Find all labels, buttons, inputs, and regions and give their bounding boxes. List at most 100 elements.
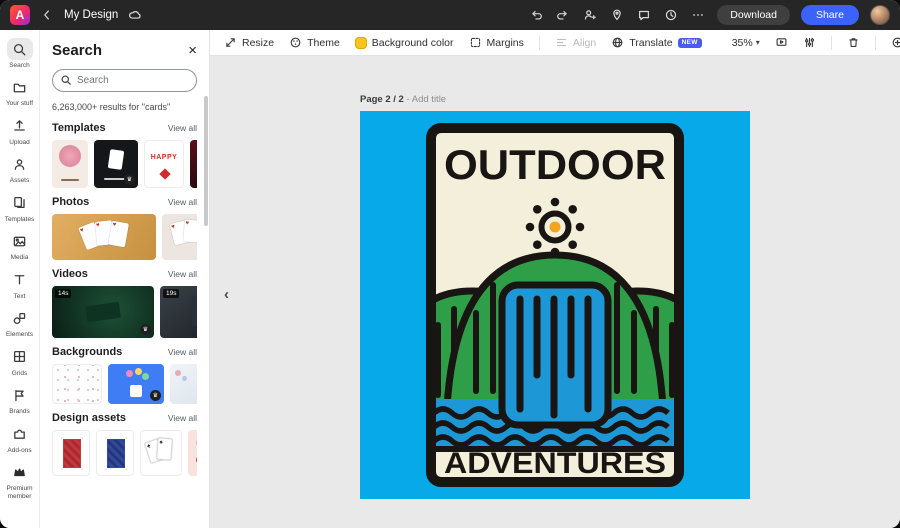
search-panel: Search × 6,263,000+ results for "cards" … [40,30,210,528]
left-rail: Search Your stuff Upload Assets Template… [0,30,40,528]
view-all-templates[interactable]: View all [168,123,197,133]
sidebar-item-elements[interactable]: Elements [0,304,39,342]
template-thumbnail[interactable]: HAPPY [144,140,184,188]
photo-thumbnail[interactable]: ♥ ♥ [162,214,197,260]
comment-icon[interactable] [636,7,652,23]
poster-graphic[interactable]: OUTDOOR ADVENTURES [426,123,684,487]
sidebar-item-assets[interactable]: Assets [0,150,39,188]
view-all-photos[interactable]: View all [168,197,197,207]
align-icon [555,36,568,49]
document-title[interactable]: My Design [64,9,118,21]
canvas-body: ‹ Page 2 / 2 - Add title [210,56,900,528]
zoom-control[interactable]: 35%▾ [732,37,760,49]
margins-button[interactable]: Margins [469,36,524,49]
artboard[interactable]: OUTDOOR ADVENTURES [360,111,750,499]
video-thumbnail[interactable]: 19s ♛ [160,286,197,338]
sidebar-item-media[interactable]: Media [0,227,39,265]
sidebar-item-premium-member[interactable]: Premium member [0,458,39,504]
brands-icon [7,384,33,406]
video-thumbnail[interactable]: 14s ♛ [52,286,154,338]
background-thumbnail[interactable] [170,364,197,404]
premium-crown-icon: ♛ [150,390,161,401]
share-button[interactable]: Share [801,5,859,25]
grids-icon [7,346,33,368]
version-history-icon[interactable] [663,7,679,23]
background-thumbnail[interactable]: ♛ [108,364,164,404]
background-color-swatch-icon [355,37,367,49]
preview-icon [775,36,788,49]
editor-toolbar: Resize Theme Background color Margins [210,30,900,56]
elements-icon [7,307,33,329]
more-options-icon[interactable] [690,7,706,23]
sidebar-item-search[interactable]: Search [0,35,39,73]
cloud-sync-icon [127,7,143,23]
background-color-button[interactable]: Background color [355,37,454,49]
canvas-area: Resize Theme Background color Margins [210,30,900,528]
panel-collapse-chevron-icon[interactable]: ‹ [224,286,229,303]
design-asset-thumbnail[interactable]: ♠ ♠ [140,430,182,476]
translate-button[interactable]: Translate NEW [611,36,701,49]
translate-icon [611,36,624,49]
assets-icon [7,153,33,175]
back-chevron-icon[interactable] [39,7,55,23]
invite-collaborator-icon[interactable] [582,7,598,23]
section-title-templates: Templates [52,122,106,134]
add-ons-icon [7,423,33,445]
chevron-down-icon: ▾ [756,38,760,47]
sidebar-item-text[interactable]: Text [0,266,39,304]
settings-sliders-icon [803,36,816,49]
align-button: Align [555,36,596,49]
close-icon[interactable]: × [188,43,197,58]
sidebar-item-brands[interactable]: Brands [0,381,39,419]
panel-scrollbar[interactable] [204,96,208,226]
panel-title: Search [52,42,102,59]
adobe-express-logo[interactable]: A [10,5,30,25]
poster-title-top[interactable]: OUTDOOR [444,141,666,188]
preview-button[interactable] [775,36,788,49]
search-input[interactable] [52,69,197,92]
videos-row: 14s ♛ 19s ♛ [52,286,197,338]
resize-button[interactable]: Resize [224,36,274,49]
view-all-design-assets[interactable]: View all [168,413,197,423]
template-thumbnail[interactable] [52,140,88,188]
undo-icon[interactable] [528,7,544,23]
templates-icon [7,192,33,214]
sidebar-item-grids[interactable]: Grids [0,343,39,381]
background-thumbnail[interactable] [52,364,102,404]
search-icon [60,74,72,86]
trash-icon [847,36,860,49]
folder-icon [7,76,33,98]
sidebar-item-your-stuff[interactable]: Your stuff [0,73,39,111]
sidebar-item-upload[interactable]: Upload [0,112,39,150]
video-duration-badge: 19s [163,289,179,298]
new-badge: NEW [678,38,702,48]
theme-icon [289,36,302,49]
backgrounds-row: ♛ [52,364,197,404]
location-pin-icon[interactable] [609,7,625,23]
premium-crown-icon: ♛ [124,174,135,185]
download-button[interactable]: Download [717,5,790,25]
search-icon [7,38,33,60]
topbar: A My Design Download Share [0,0,900,30]
media-icon [7,230,33,252]
design-asset-thumbnail[interactable] [188,430,197,476]
sidebar-item-add-ons[interactable]: Add-ons [0,420,39,458]
user-avatar[interactable] [870,5,890,25]
page-label[interactable]: Page 2 / 2 - Add title [360,94,750,105]
settings-sliders-button[interactable] [803,36,816,49]
video-duration-badge: 14s [55,289,71,298]
view-all-videos[interactable]: View all [168,269,197,279]
delete-page-button[interactable] [847,36,860,49]
add-page-button[interactable]: Add [891,36,900,49]
view-all-backgrounds[interactable]: View all [168,347,197,357]
theme-button[interactable]: Theme [289,36,340,49]
template-thumbnail[interactable]: ♛ [94,140,138,188]
text-icon [7,269,33,291]
design-asset-thumbnail[interactable] [96,430,134,476]
photo-thumbnail[interactable]: ♥ ♥ ♥ [52,214,156,260]
sidebar-item-templates[interactable]: Templates [0,189,39,227]
poster-title-bottom[interactable]: ADVENTURES [444,447,666,480]
design-asset-thumbnail[interactable] [52,430,90,476]
template-thumbnail[interactable] [190,140,197,188]
redo-icon[interactable] [555,7,571,23]
